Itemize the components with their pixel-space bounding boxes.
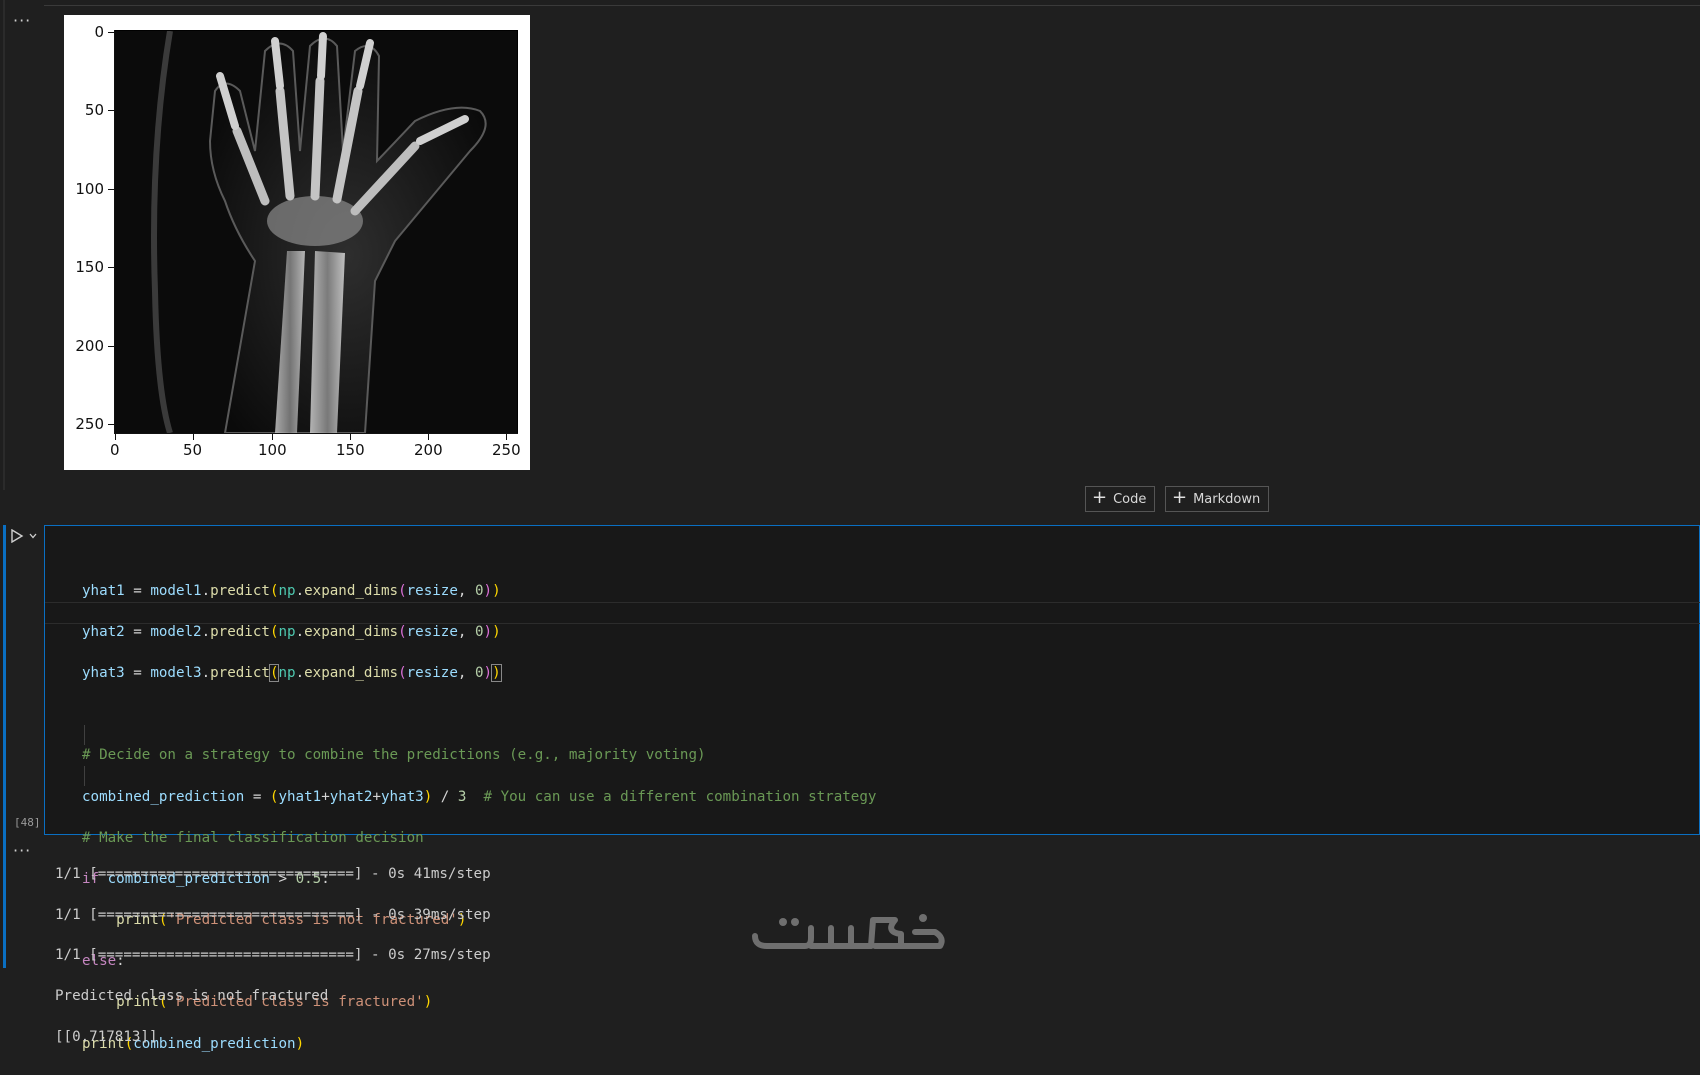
run-cell-button[interactable] <box>10 527 44 545</box>
x-tick <box>506 434 507 440</box>
plus-icon: + <box>1092 487 1108 508</box>
x-tick <box>428 434 429 440</box>
y-tick-label: 200 <box>75 337 104 355</box>
more-actions-icon[interactable]: ··· <box>13 841 31 860</box>
x-tick-label: 50 <box>183 441 203 459</box>
y-tick-label: 250 <box>75 415 104 433</box>
cell-focus-indicator <box>3 525 6 968</box>
output-gutter <box>3 0 5 490</box>
cell-output: 1/1 [==============================] - 0… <box>55 844 491 1067</box>
plus-icon: + <box>1172 487 1188 508</box>
add-code-label: Code <box>1113 491 1147 507</box>
y-tick <box>108 267 114 268</box>
y-tick-label: 50 <box>84 101 104 119</box>
code-line: combined_prediction = (yhat1+yhat2+yhat3… <box>82 788 877 805</box>
y-tick-label: 150 <box>75 258 104 276</box>
output-line: [[0.717813]] <box>55 1028 158 1045</box>
y-tick <box>108 110 114 111</box>
hand-xray-graphic <box>115 31 517 433</box>
more-actions-icon[interactable]: ··· <box>13 11 31 30</box>
code-line: yhat1 = model1.predict(np.expand_dims(re… <box>82 582 501 599</box>
y-tick <box>108 424 114 425</box>
output-line: 1/1 [==============================] - 0… <box>55 947 491 964</box>
code-line: yhat3 = model3.predict(np.expand_dims(re… <box>82 663 502 682</box>
khamsat-logo-watermark <box>752 914 945 949</box>
y-tick-label: 0 <box>94 23 104 41</box>
x-tick <box>193 434 194 440</box>
x-axis <box>114 433 518 434</box>
x-tick <box>272 434 273 440</box>
y-axis <box>114 30 115 434</box>
chevron-down-icon[interactable] <box>28 531 38 541</box>
add-markdown-cell-button[interactable]: + Markdown <box>1165 486 1270 512</box>
x-tick <box>350 434 351 440</box>
output-line: Predicted class is not fractured <box>55 988 329 1005</box>
code-line: yhat2 = model2.predict(np.expand_dims(re… <box>82 623 501 640</box>
x-tick <box>115 434 116 440</box>
x-tick-label: 0 <box>110 441 120 459</box>
add-code-cell-button[interactable]: + Code <box>1085 486 1156 512</box>
cell-divider <box>44 5 1700 6</box>
y-tick <box>108 189 114 190</box>
x-tick-label: 200 <box>414 441 443 459</box>
y-tick-label: 100 <box>75 180 104 198</box>
add-markdown-label: Markdown <box>1193 491 1261 507</box>
output-line: 1/1 [==============================] - 0… <box>55 906 491 923</box>
code-line: # Decide on a strategy to combine the pr… <box>82 747 706 764</box>
y-tick <box>108 32 114 33</box>
x-tick-label: 250 <box>492 441 521 459</box>
x-tick-label: 150 <box>336 441 365 459</box>
execution-count: [48] <box>14 816 41 829</box>
output-line: 1/1 [==============================] - 0… <box>55 866 491 883</box>
x-tick-label: 100 <box>258 441 287 459</box>
run-cell-icon <box>11 529 24 543</box>
xray-image <box>114 30 518 434</box>
y-tick <box>108 346 114 347</box>
